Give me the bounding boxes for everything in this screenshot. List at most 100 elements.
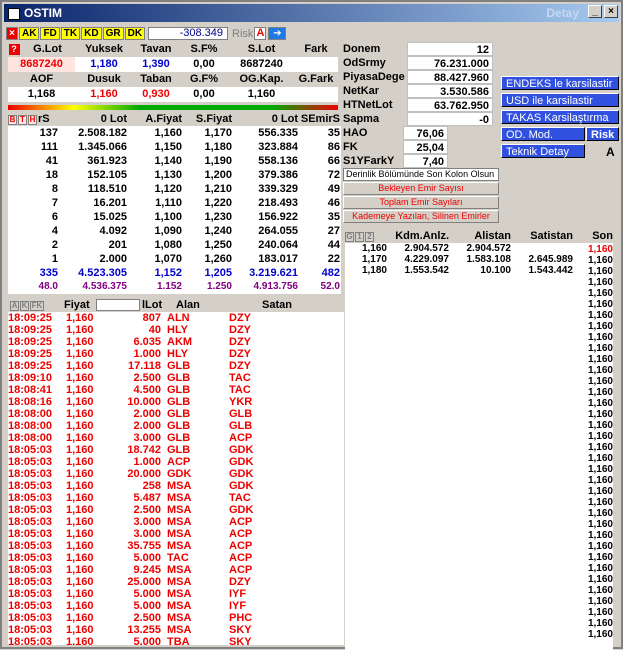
son-cell: 1,160 bbox=[587, 541, 613, 552]
info-key: HAO bbox=[343, 126, 403, 140]
tab-2[interactable]: 2 bbox=[365, 232, 374, 242]
trade-cell: GLB bbox=[229, 420, 253, 432]
close-icon[interactable]: × bbox=[6, 27, 18, 40]
trade-cell: GDK bbox=[229, 504, 254, 516]
close-button[interactable]: × bbox=[604, 5, 618, 18]
depth-cell: 1,160 bbox=[154, 127, 182, 139]
trade-cell: ALN bbox=[167, 312, 190, 324]
trade-cell: DZY bbox=[229, 324, 251, 336]
trade-cell: TAC bbox=[229, 384, 251, 396]
son-cell: 1,160 bbox=[587, 365, 613, 376]
od-mod-button[interactable]: OD. Mod. bbox=[501, 127, 585, 141]
value-cell: 0,00 bbox=[193, 88, 215, 100]
trade-cell: SKY bbox=[229, 624, 252, 636]
value-cell: 0,00 bbox=[193, 58, 215, 70]
header-cell: AOF bbox=[29, 73, 54, 85]
trade-cell: 20.000 bbox=[127, 468, 161, 480]
depth-cell: 1,210 bbox=[204, 183, 232, 195]
risk-value: A bbox=[254, 27, 267, 40]
header-cell: Yuksek bbox=[85, 43, 123, 55]
value-cell: 1,168 bbox=[27, 88, 56, 100]
header-cell: A.Fiyat bbox=[145, 113, 182, 125]
tab-tk[interactable]: TK bbox=[60, 27, 81, 40]
info-key: FK bbox=[343, 140, 403, 154]
trade-cell: 18:05:03 bbox=[8, 552, 53, 564]
tab-k[interactable]: K bbox=[20, 301, 29, 311]
trade-cell: 1,160 bbox=[66, 396, 94, 408]
filter-input[interactable] bbox=[96, 299, 140, 311]
value-cell: 0,930 bbox=[142, 88, 170, 100]
value-cell bbox=[294, 57, 338, 72]
trade-row: 18:05:03 1,160 25.000 MSA DZY bbox=[8, 576, 344, 588]
trade-cell: 1,160 bbox=[66, 372, 94, 384]
toolbar: × AK FD TK KD GR DK -308.349 Risk A ➔ bbox=[6, 26, 287, 41]
trade-cell: GLB bbox=[167, 432, 191, 444]
depth-row: 1 2.000 1,070 1,260 183.017 22 bbox=[8, 252, 341, 266]
son-cell: 1,160 bbox=[587, 585, 613, 596]
trade-cell: 18:08:00 bbox=[8, 408, 53, 420]
son-cell: 1,160 bbox=[587, 299, 613, 310]
kademe-row: 1,170 4.229.097 1.583.108 2.645.989 bbox=[345, 254, 613, 265]
tab-dk[interactable]: DK bbox=[124, 27, 146, 40]
trade-row: 18:09:25 1,160 6.035 AKM DZY bbox=[8, 336, 344, 348]
kademe-cell: 2.645.989 bbox=[528, 254, 574, 265]
header-cell: SEmirS bbox=[300, 113, 340, 125]
app-icon bbox=[8, 7, 20, 20]
trade-cell: MSA bbox=[167, 540, 192, 552]
kademe-cell: 1,170 bbox=[361, 254, 387, 265]
takas-compare-button[interactable]: TAKAS Karsilaştırma bbox=[501, 110, 619, 124]
info-row: S1YFarkY 7,40 bbox=[343, 154, 493, 168]
header-cell: 0 Lot bbox=[271, 113, 298, 125]
avg-cell: 52.0 bbox=[320, 281, 340, 292]
tab-ak[interactable]: AK bbox=[19, 27, 40, 40]
arrow-right-icon[interactable]: ➔ bbox=[268, 27, 287, 40]
trade-cell: 1,160 bbox=[66, 636, 94, 645]
trade-cell: GLB bbox=[167, 396, 191, 408]
header-cell: S.Fiyat bbox=[195, 113, 232, 125]
trade-cell: 17.118 bbox=[127, 360, 161, 372]
trade-cell: GLB bbox=[167, 444, 191, 456]
depth-cell: 1,070 bbox=[154, 253, 182, 265]
trade-cell: 1,160 bbox=[66, 348, 94, 360]
derinlik-option[interactable]: Derinlik Bölümünde Son Kolon Olsun bbox=[343, 168, 499, 181]
depth-row: 4 4.092 1,090 1,240 264.055 27 bbox=[8, 224, 341, 238]
toplam-button[interactable]: Toplam Emir Sayıları bbox=[343, 196, 499, 209]
depth-cell: 183.017 bbox=[258, 253, 298, 265]
tab-fk[interactable]: FK bbox=[30, 301, 44, 311]
minimize-button[interactable]: _ bbox=[588, 5, 602, 18]
trade-row: 18:05:03 1,160 13.255 MSA SKY bbox=[8, 624, 344, 636]
kademe-cell: 1.543.442 bbox=[528, 265, 574, 276]
depth-cell: 1,100 bbox=[154, 211, 182, 223]
teknik-detay-button[interactable]: Teknik Detay bbox=[501, 144, 585, 158]
value-cell: 8687240 bbox=[8, 57, 75, 72]
tab-g[interactable]: G bbox=[345, 232, 354, 242]
value-cell: 1,390 bbox=[142, 58, 170, 70]
trade-cell: 1,160 bbox=[66, 480, 94, 492]
bekleyen-button[interactable]: Bekleyen Emir Sayısı bbox=[343, 182, 499, 195]
tab-t[interactable]: T bbox=[18, 115, 27, 125]
tab-kd[interactable]: KD bbox=[81, 27, 102, 40]
depth-cell: 35 bbox=[327, 211, 340, 223]
help-icon[interactable]: ? bbox=[8, 42, 20, 57]
trade-cell: MSA bbox=[167, 504, 192, 516]
trade-cell: IYF bbox=[229, 588, 247, 600]
title-bar[interactable]: OSTIM Detay bbox=[4, 4, 619, 22]
trade-cell: 3.000 bbox=[133, 432, 161, 444]
endeks-compare-button[interactable]: ENDEKS le karsilastir bbox=[501, 76, 619, 90]
depth-cell: 1,140 bbox=[154, 155, 182, 167]
trade-cell: 25.000 bbox=[127, 576, 161, 588]
risk-button[interactable]: Risk bbox=[586, 127, 619, 141]
son-cell: 1,160 bbox=[587, 453, 613, 464]
tab-b[interactable]: B bbox=[8, 115, 17, 125]
info-value: 63.762.950 bbox=[407, 98, 493, 112]
trade-cell: 2.000 bbox=[133, 420, 161, 432]
usd-compare-button[interactable]: USD ile karsilastir bbox=[501, 93, 619, 107]
kademe-button[interactable]: Kademeye Yazılan, Silinen Emirler bbox=[343, 210, 499, 223]
tab-fd[interactable]: FD bbox=[40, 27, 60, 40]
info-key: PiyasaDege bbox=[343, 70, 407, 84]
tab-h[interactable]: H bbox=[28, 115, 37, 125]
trade-cell: 35.755 bbox=[127, 540, 161, 552]
tab-gr[interactable]: GR bbox=[102, 27, 124, 40]
tab-1[interactable]: 1 bbox=[355, 232, 364, 242]
tab-a[interactable]: A bbox=[10, 301, 19, 311]
